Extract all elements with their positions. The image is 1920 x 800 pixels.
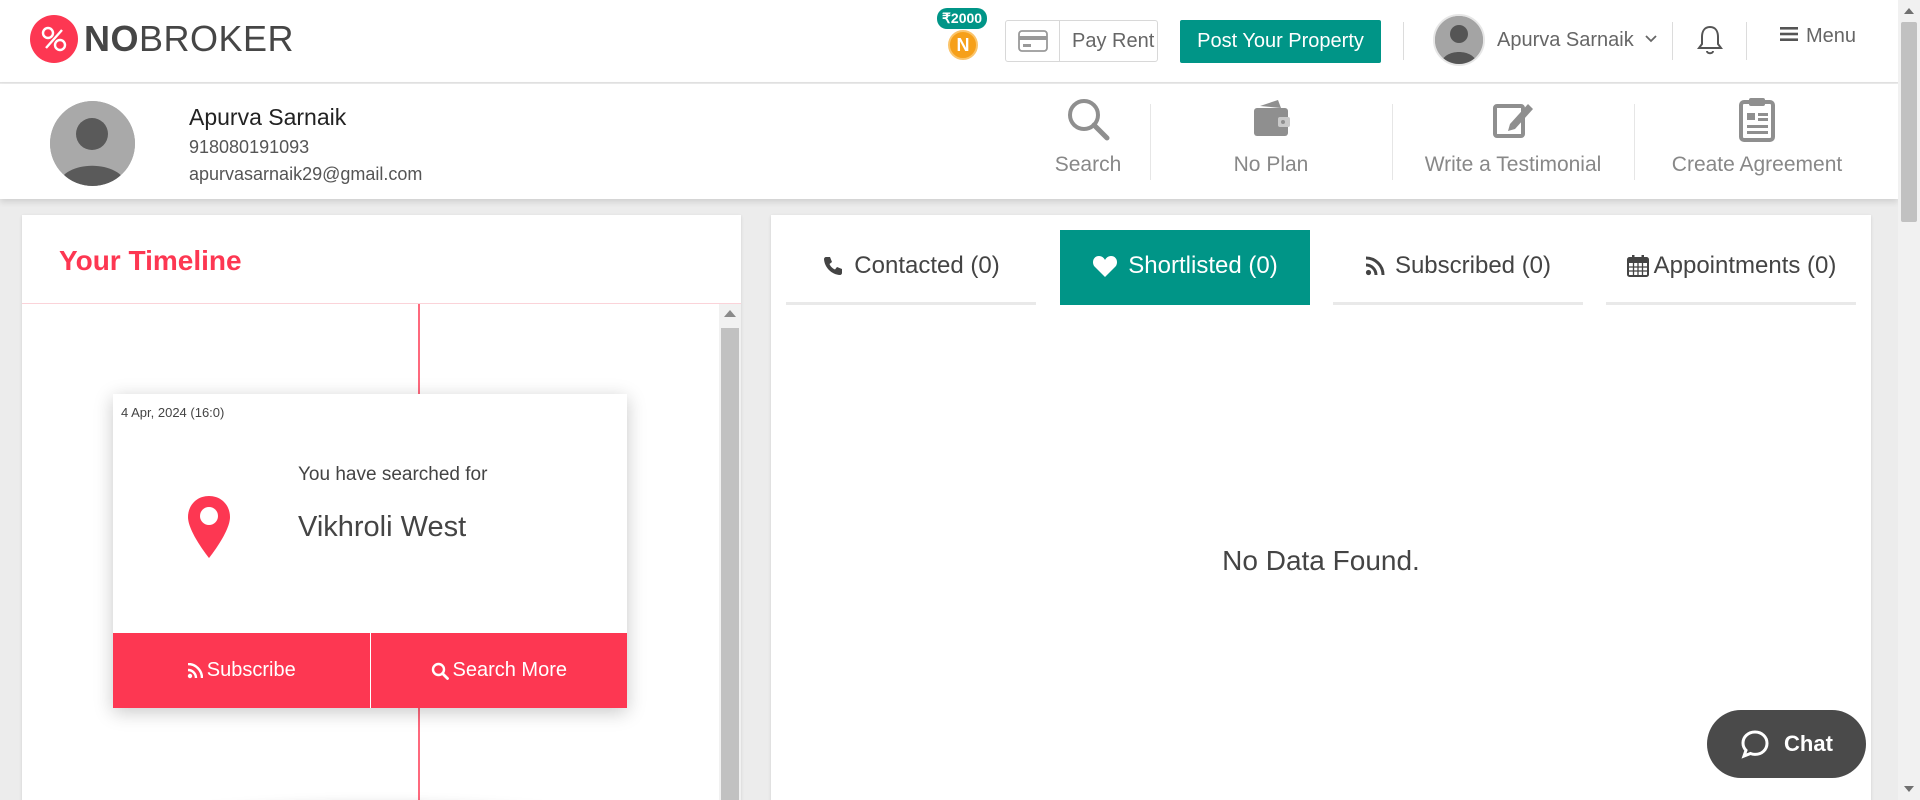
- menu-label: Menu: [1806, 25, 1857, 47]
- action-divider: [1634, 104, 1635, 180]
- header-divider: [1403, 22, 1404, 60]
- nobroker-logo[interactable]: NOBROKER: [30, 15, 294, 63]
- user-menu[interactable]: Apurva Sarnaik: [1433, 14, 1658, 66]
- tab-label: Contacted (0): [854, 252, 1000, 279]
- no-plan-label: No Plan: [1233, 153, 1309, 176]
- credit-card-icon: [1006, 21, 1060, 61]
- coin-balance: ₹2000: [937, 8, 988, 29]
- logo-icon: [30, 15, 78, 63]
- timeline-header: Your Timeline: [22, 215, 741, 304]
- action-divider: [1392, 104, 1393, 180]
- write-testimonial-label: Write a Testimonial: [1424, 153, 1602, 176]
- header-divider: [1672, 22, 1673, 60]
- rss-icon: [1365, 256, 1385, 276]
- user-name: Apurva Sarnaik: [1497, 28, 1634, 51]
- search-action[interactable]: Search: [998, 96, 1178, 186]
- avatar: [1433, 14, 1485, 66]
- search-icon: [431, 662, 449, 680]
- empty-state-message: No Data Found.: [1222, 545, 1420, 576]
- search-icon: [1065, 96, 1111, 147]
- timeline-title: Your Timeline: [59, 245, 242, 276]
- coin-icon: N: [948, 30, 978, 60]
- heart-icon: [1092, 254, 1118, 278]
- timeline-date: 4 Apr, 2024 (16:0): [121, 405, 225, 420]
- profile-phone: 918080191093: [189, 137, 310, 157]
- menu-button[interactable]: Menu: [1780, 25, 1856, 48]
- timeline-card-actions: Subscribe Search More: [113, 633, 627, 708]
- profile-name: Apurva Sarnaik: [189, 104, 347, 130]
- avatar: [50, 101, 135, 186]
- activity-panel: Contacted (0) Shortlisted (0) Subscribed…: [771, 215, 1871, 800]
- coin-wallet[interactable]: ₹2000 N: [937, 8, 988, 60]
- tab-label: Appointments (0): [1653, 252, 1837, 279]
- create-agreement-action[interactable]: Create Agreement: [1647, 96, 1867, 186]
- tab-appointments[interactable]: Appointments (0): [1606, 230, 1856, 305]
- location-pin-icon: [186, 494, 232, 565]
- wallet-icon: [1248, 96, 1294, 147]
- phone-icon: [822, 255, 844, 277]
- timeline-scrollbar[interactable]: [719, 304, 741, 800]
- clipboard-icon: [1734, 96, 1780, 147]
- searched-for-label: You have searched for: [298, 464, 488, 485]
- subscribe-label: Subscribe: [206, 659, 296, 681]
- calendar-icon: [1626, 254, 1650, 278]
- scrollbar-thumb[interactable]: [1901, 22, 1917, 222]
- action-divider: [1150, 104, 1151, 180]
- top-header: NOBROKER ₹2000 N Pay Rent Post Your Prop…: [0, 0, 1898, 83]
- post-property-button[interactable]: Post Your Property: [1180, 20, 1381, 63]
- timeline-card: 4 Apr, 2024 (16:0) You have searched for…: [113, 394, 627, 708]
- scroll-up-icon[interactable]: [724, 310, 736, 317]
- no-plan-action[interactable]: No Plan: [1181, 96, 1361, 186]
- pay-rent-button[interactable]: Pay Rent: [1005, 20, 1158, 62]
- profile-bar: Apurva Sarnaik 918080191093 apurvasarnai…: [0, 84, 1898, 199]
- chat-button[interactable]: Chat: [1707, 710, 1866, 778]
- scroll-down-icon[interactable]: [1904, 786, 1914, 792]
- tab-subscribed[interactable]: Subscribed (0): [1333, 230, 1583, 305]
- search-more-button[interactable]: Search More: [369, 633, 627, 708]
- pay-rent-label: Pay Rent: [1072, 29, 1155, 52]
- tab-label: Shortlisted (0): [1128, 252, 1278, 279]
- chat-label: Chat: [1784, 731, 1833, 756]
- tab-contacted[interactable]: Contacted (0): [786, 230, 1036, 305]
- bell-icon[interactable]: [1696, 24, 1724, 61]
- timeline-body: 4 Apr, 2024 (16:0) You have searched for…: [22, 304, 741, 800]
- scrollbar-thumb[interactable]: [721, 328, 739, 800]
- subscribe-button[interactable]: Subscribe: [113, 633, 370, 708]
- chevron-down-icon: [1644, 31, 1658, 49]
- profile-info: Apurva Sarnaik 918080191093 apurvasarnai…: [189, 104, 422, 185]
- create-agreement-label: Create Agreement: [1671, 153, 1843, 176]
- scroll-up-icon[interactable]: [1904, 8, 1914, 14]
- header-divider: [1746, 22, 1747, 60]
- timeline-panel: Your Timeline 4 Apr, 2024 (16:0) You hav…: [22, 215, 741, 800]
- edit-icon: [1490, 96, 1536, 147]
- hamburger-icon: [1780, 26, 1798, 47]
- search-more-label: Search More: [452, 659, 568, 681]
- logo-wordmark: NOBROKER: [84, 18, 295, 59]
- searched-place: Vikhroli West: [298, 511, 467, 543]
- profile-email: apurvasarnaik29@gmail.com: [189, 164, 423, 184]
- search-action-label: Search: [1054, 153, 1122, 176]
- page-scrollbar[interactable]: [1898, 0, 1920, 800]
- write-testimonial-action[interactable]: Write a Testimonial: [1403, 96, 1623, 186]
- chat-bubble-icon: [1740, 729, 1770, 759]
- tab-shortlisted[interactable]: Shortlisted (0): [1060, 230, 1310, 305]
- rss-icon: [187, 662, 203, 679]
- tab-label: Subscribed (0): [1394, 252, 1552, 279]
